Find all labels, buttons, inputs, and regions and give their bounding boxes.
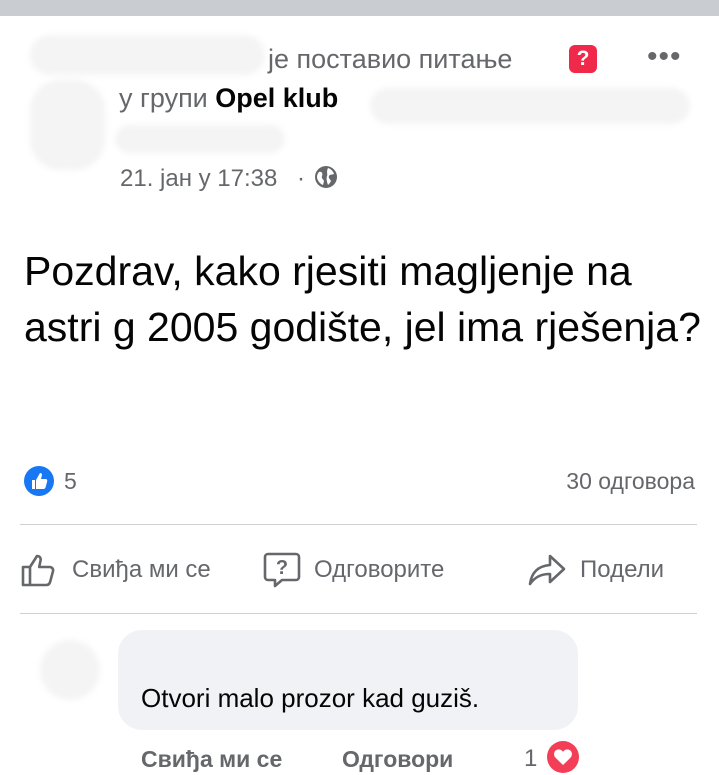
answer-button-label: Одговорите: [314, 556, 445, 583]
like-count[interactable]: 5: [64, 468, 77, 495]
comment-bubble: [118, 630, 578, 730]
globe-icon: [315, 166, 337, 188]
redacted-group-suffix: [370, 88, 690, 124]
group-name-link[interactable]: Opel klub: [215, 83, 338, 113]
redacted-commenter-avatar: [40, 640, 100, 700]
like-button[interactable]: Свиђа ми се: [18, 548, 211, 592]
question-badge-icon: ?: [569, 45, 597, 73]
share-button[interactable]: Подели: [526, 548, 664, 592]
like-button-label: Свиђа ми се: [72, 556, 211, 583]
timestamp-separator: ·: [297, 165, 305, 192]
share-arrow-icon: [528, 554, 566, 586]
post-timestamp[interactable]: 21. јан у 17:38: [120, 165, 277, 193]
comment-reply-button[interactable]: Одговори: [342, 746, 453, 773]
comment-like-button[interactable]: Свиђа ми се: [141, 746, 282, 773]
thumbs-up-icon: [21, 554, 55, 587]
post-question-text: Pozdrav, kako rjesiti magljenje na astri…: [24, 248, 701, 350]
top-status-strip: [0, 0, 719, 16]
divider-top: [20, 524, 697, 525]
answer-button[interactable]: ? Одговорите: [262, 548, 444, 592]
comment-text: Otvori malo prozor kad guziš.: [141, 683, 480, 713]
svg-text:?: ?: [276, 557, 288, 579]
comment-reaction-count[interactable]: 1: [524, 745, 537, 773]
answers-count[interactable]: 30 одговора: [566, 468, 695, 495]
share-button-label: Подели: [580, 556, 665, 583]
more-horizontal-icon[interactable]: •••: [647, 40, 682, 74]
heart-reaction-icon[interactable]: [547, 741, 579, 773]
redacted-author-name: [30, 35, 265, 75]
group-prefix: у групи: [119, 83, 208, 113]
like-reaction-icon[interactable]: [24, 466, 54, 496]
redacted-group-line: [115, 125, 285, 153]
post-group-line: у групи Opel klub: [119, 83, 338, 114]
redacted-avatar: [30, 80, 105, 170]
post-header-action: је поставио питање: [268, 44, 513, 74]
divider-bottom: [20, 613, 697, 614]
question-bubble-icon: ?: [263, 552, 301, 588]
